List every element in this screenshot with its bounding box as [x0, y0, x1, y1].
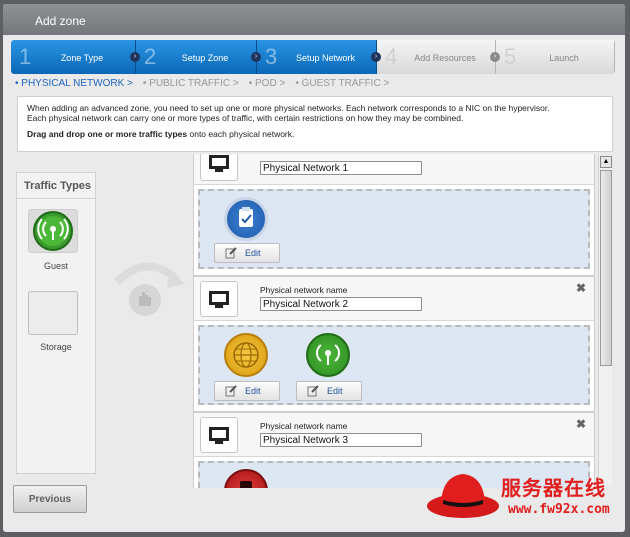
watermark-text: 服务器在线: [501, 478, 606, 500]
edit-button[interactable]: Edit: [296, 381, 362, 401]
storage-label: Storage: [40, 342, 72, 352]
step-number: 4: [385, 44, 398, 69]
nic-icon: [200, 154, 238, 181]
step-arrow-icon: ›: [490, 52, 500, 62]
traffic-drop-zone-2[interactable]: Edit Edit: [198, 325, 590, 405]
step-label: Add Resources: [414, 53, 476, 63]
traffic-drop-zone-1[interactable]: Edit: [198, 189, 590, 269]
physical-network-name-input-3[interactable]: [260, 433, 422, 447]
step-add-resources[interactable]: 4 Add Resources ›: [377, 40, 500, 74]
storage-traffic-draggable[interactable]: [28, 291, 78, 335]
network-card-header: Physical network name ✖: [194, 413, 594, 457]
guest-traffic-icon: [33, 211, 73, 251]
info-line-2: Each physical network can carry one or m…: [27, 113, 464, 123]
nic-icon: [200, 417, 238, 453]
guest-traffic-draggable[interactable]: [28, 209, 78, 253]
step-number: 1: [19, 44, 32, 69]
watermark: 服务器在线 www.fw92x.com: [425, 462, 630, 532]
drag-hint: [107, 252, 187, 332]
physical-network-name-label: Physical network name: [260, 285, 348, 295]
guest-traffic-icon[interactable]: [306, 333, 350, 377]
step-label: Zone Type: [60, 53, 104, 63]
traffic-types-header: Traffic Types: [17, 173, 95, 199]
info-tail: onto each physical network.: [187, 129, 295, 139]
storage-traffic-icon[interactable]: [224, 469, 268, 488]
edit-icon: [307, 385, 319, 397]
physical-network-name-input-1[interactable]: [260, 161, 422, 175]
step-number: 2: [144, 44, 157, 69]
step-setup-zone[interactable]: 2 Setup Zone ›: [136, 40, 261, 74]
edit-button[interactable]: Edit: [214, 381, 280, 401]
traffic-types-panel: Traffic Types Guest Storage: [16, 172, 96, 474]
edit-icon: [225, 247, 237, 259]
dialog-title: Add zone: [3, 4, 625, 35]
step-label: Setup Zone: [181, 53, 229, 63]
previous-button[interactable]: Previous: [13, 485, 87, 513]
close-icon[interactable]: ✖: [576, 417, 586, 431]
drag-arrow-icon: [114, 262, 185, 316]
edit-icon: [225, 385, 237, 397]
management-traffic-icon[interactable]: [224, 197, 268, 241]
edit-label: Edit: [245, 386, 261, 396]
physical-network-card-1: Edit: [193, 154, 595, 276]
step-label: Setup Network: [295, 53, 356, 63]
physical-network-name-input-2[interactable]: [260, 297, 422, 311]
scroll-up-icon[interactable]: ▲: [600, 156, 612, 168]
scrollbar[interactable]: ▲: [598, 156, 612, 486]
subnav-pod[interactable]: • POD >: [249, 78, 286, 89]
info-line-1: When adding an advanced zone, you need t…: [27, 103, 550, 113]
public-traffic-icon[interactable]: [224, 333, 268, 377]
step-zone-type[interactable]: 1 Zone Type ›: [11, 40, 140, 74]
step-arrow-icon: ›: [130, 52, 140, 62]
step-number: 5: [504, 44, 517, 69]
step-launch[interactable]: 5 Launch: [496, 40, 615, 74]
step-arrow-icon: ›: [251, 52, 261, 62]
physical-network-card-2: Physical network name ✖ Edit Edit: [193, 276, 595, 412]
subnav-guest-traffic[interactable]: • GUEST TRAFFIC >: [295, 78, 389, 89]
info-box: When adding an advanced zone, you need t…: [17, 96, 613, 152]
subnav-public-traffic[interactable]: • PUBLIC TRAFFIC >: [143, 78, 239, 89]
info-instruction: Drag and drop one or more traffic types …: [27, 129, 603, 139]
physical-networks-list: Edit Physical network name ✖: [193, 154, 597, 488]
close-icon[interactable]: ✖: [576, 281, 586, 295]
redhat-logo-icon: [427, 474, 499, 518]
watermark-url: www.fw92x.com: [508, 502, 610, 517]
step-arrow-icon: ›: [371, 52, 381, 62]
edit-button[interactable]: Edit: [214, 243, 280, 263]
network-card-header: [194, 154, 594, 185]
info-bold: Drag and drop one or more traffic types: [27, 129, 188, 139]
guest-label: Guest: [43, 261, 68, 271]
sub-navigation: • PHYSICAL NETWORK > • PUBLIC TRAFFIC > …: [15, 78, 389, 89]
subnav-physical-network[interactable]: • PHYSICAL NETWORK >: [15, 78, 133, 89]
physical-network-name-label: Physical network name: [260, 421, 348, 431]
scrollbar-thumb[interactable]: [600, 170, 612, 366]
network-card-header: Physical network name ✖: [194, 277, 594, 321]
add-zone-dialog: Add zone 1 Zone Type › 2 Setup Zone › 3 …: [3, 4, 625, 532]
edit-label: Edit: [245, 248, 261, 258]
wizard-steps: 1 Zone Type › 2 Setup Zone › 3 Setup Net…: [11, 40, 615, 74]
step-label: Launch: [549, 53, 579, 63]
step-number: 3: [265, 44, 278, 69]
edit-label: Edit: [327, 386, 343, 396]
nic-icon: [200, 281, 238, 317]
step-setup-network[interactable]: 3 Setup Network ›: [257, 40, 381, 74]
